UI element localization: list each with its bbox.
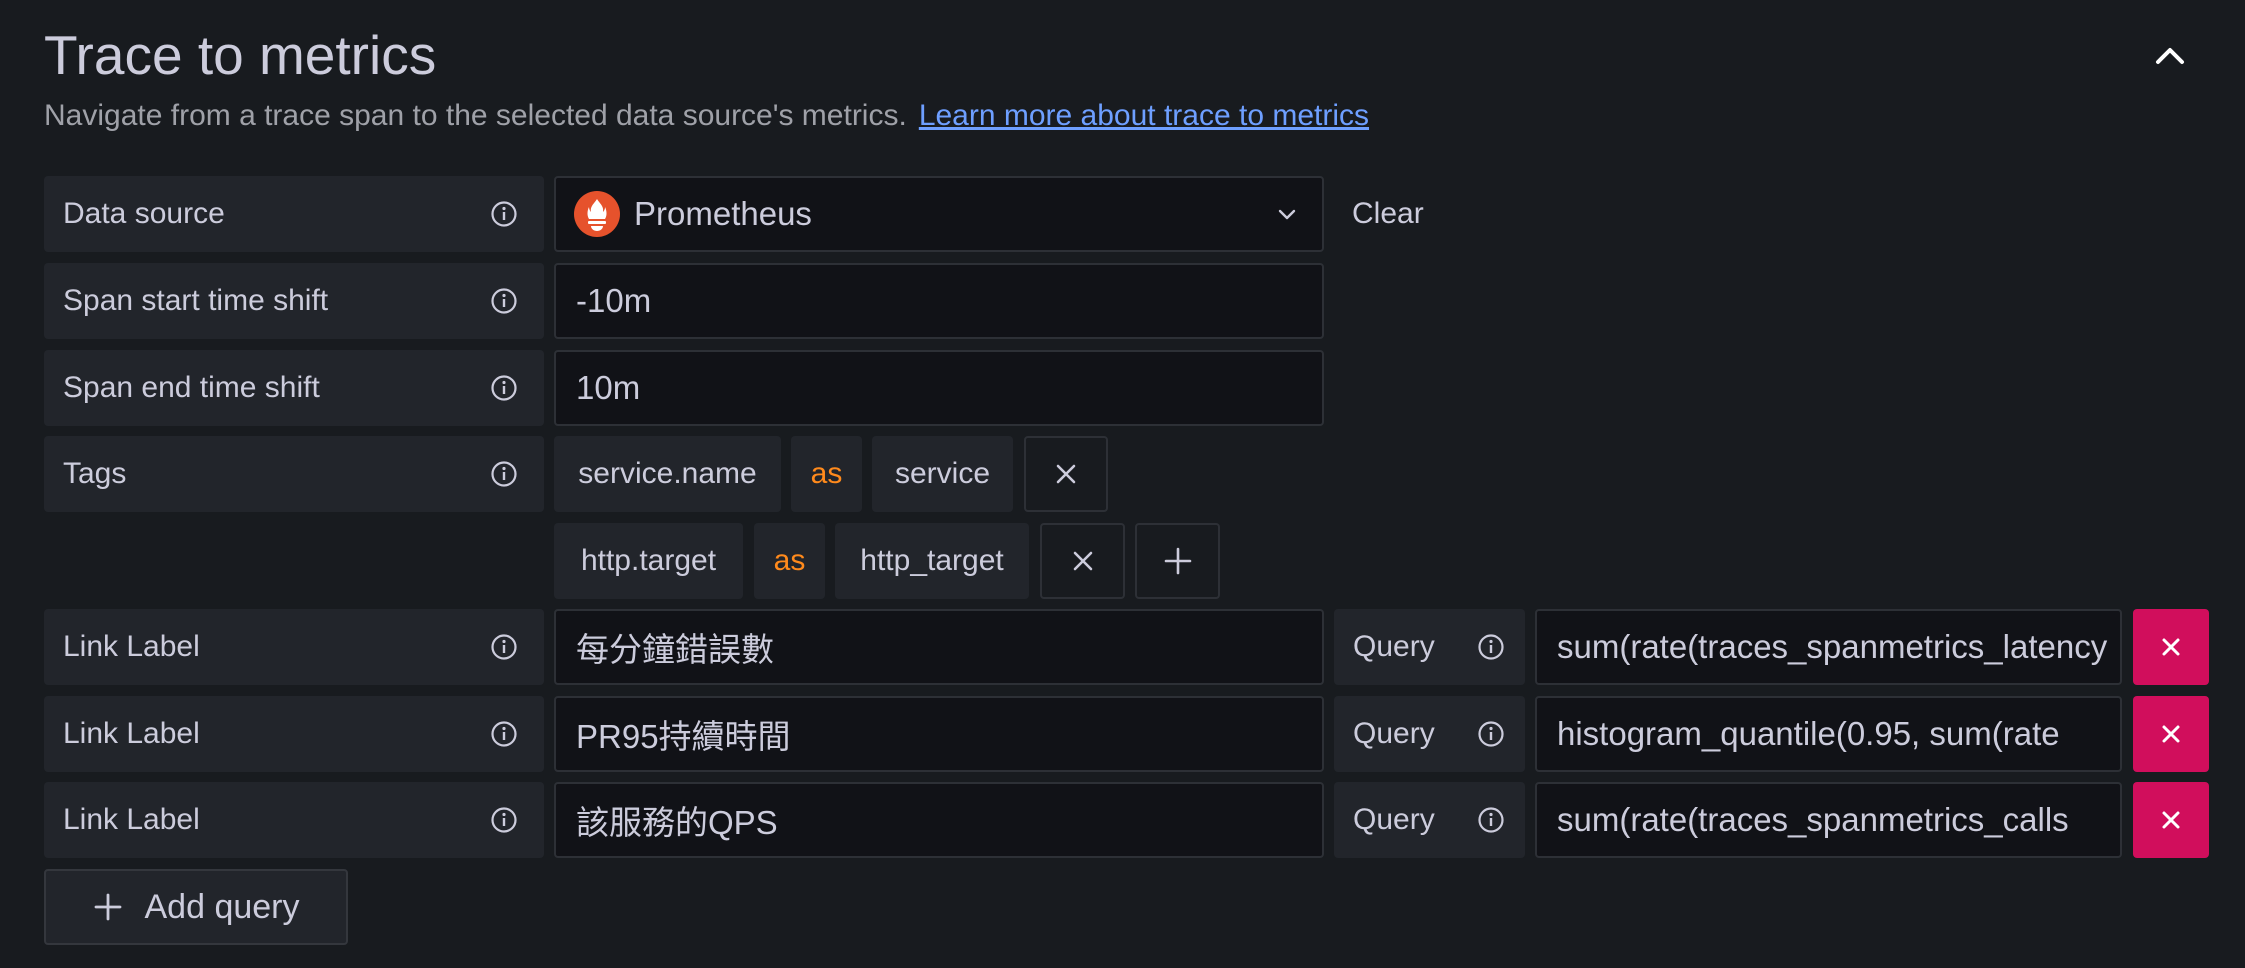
tags-label-text: Tags xyxy=(63,457,127,490)
query-value: histogram_quantile(0.95, sum(rate xyxy=(1557,715,2060,752)
tag-as: as xyxy=(791,436,862,512)
link-label-input[interactable]: 該服務的QPS xyxy=(554,782,1324,858)
span-end-input[interactable]: 10m xyxy=(554,350,1324,426)
learn-more-link[interactable]: Learn more about trace to metrics xyxy=(919,99,1369,132)
remove-tag-button[interactable] xyxy=(1024,436,1108,512)
query-input[interactable]: sum(rate(traces_spanmetrics_latency xyxy=(1535,609,2122,685)
info-icon[interactable] xyxy=(490,806,518,834)
link-label: Link Label xyxy=(44,609,544,685)
section-title: Trace to metrics xyxy=(44,24,437,86)
link-label: Link Label xyxy=(44,782,544,858)
info-icon[interactable] xyxy=(490,287,518,315)
query-label-text: Query xyxy=(1353,630,1435,663)
data-source-label-text: Data source xyxy=(63,197,225,230)
tag-value[interactable]: http_target xyxy=(835,523,1029,599)
tags-label: Tags xyxy=(44,436,544,512)
link-label-value: PR95持續時間 xyxy=(576,718,791,755)
info-icon[interactable] xyxy=(1477,806,1505,834)
close-icon xyxy=(1073,551,1092,571)
link-label-input[interactable]: PR95持續時間 xyxy=(554,696,1324,772)
link-label-text: Link Label xyxy=(63,717,200,750)
query-label: Query xyxy=(1334,696,1525,772)
query-label-text: Query xyxy=(1353,717,1435,750)
span-start-input[interactable]: -10m xyxy=(554,263,1324,339)
info-icon[interactable] xyxy=(490,374,518,402)
data-source-select[interactable]: Prometheus xyxy=(554,176,1324,252)
add-query-button[interactable]: Add query xyxy=(44,869,348,945)
delete-query-button[interactable] xyxy=(2133,782,2209,858)
info-icon[interactable] xyxy=(1477,720,1505,748)
link-label-text: Link Label xyxy=(63,803,200,836)
query-label: Query xyxy=(1334,782,1525,858)
span-start-label-text: Span start time shift xyxy=(63,284,329,317)
chevron-down-icon xyxy=(1278,209,1296,220)
tag-key[interactable]: service.name xyxy=(554,436,781,512)
collapse-chevron-up-icon[interactable] xyxy=(2150,36,2190,76)
span-start-label: Span start time shift xyxy=(44,263,544,339)
data-source-value: Prometheus xyxy=(634,195,812,232)
span-end-label-text: Span end time shift xyxy=(63,371,320,404)
delete-query-button[interactable] xyxy=(2133,609,2209,685)
close-icon xyxy=(2162,638,2180,656)
add-query-label: Add query xyxy=(144,887,300,926)
data-source-label: Data source xyxy=(44,176,544,252)
info-icon[interactable] xyxy=(490,720,518,748)
close-icon xyxy=(1056,464,1076,484)
query-input[interactable]: histogram_quantile(0.95, sum(rate xyxy=(1535,696,2122,772)
remove-tag-button[interactable] xyxy=(1040,523,1125,599)
link-label-value: 每分鐘錯誤數 xyxy=(576,631,774,668)
span-end-label: Span end time shift xyxy=(44,350,544,426)
delete-query-button[interactable] xyxy=(2133,696,2209,772)
prometheus-logo-icon xyxy=(574,191,620,237)
info-icon[interactable] xyxy=(1477,633,1505,661)
query-label-text: Query xyxy=(1353,803,1435,836)
clear-button[interactable]: Clear xyxy=(1352,176,1424,252)
info-icon[interactable] xyxy=(490,200,518,228)
link-label-value: 該服務的QPS xyxy=(576,804,778,841)
link-label: Link Label xyxy=(44,696,544,772)
info-icon[interactable] xyxy=(490,633,518,661)
span-start-value: -10m xyxy=(576,282,652,319)
tag-key[interactable]: http.target xyxy=(554,523,743,599)
plus-icon xyxy=(1164,547,1191,575)
add-tag-button[interactable] xyxy=(1135,523,1220,599)
query-value: sum(rate(traces_spanmetrics_latency xyxy=(1557,628,2108,665)
tag-value[interactable]: service xyxy=(872,436,1013,512)
description-text: Navigate from a trace span to the select… xyxy=(44,99,907,132)
link-label-input[interactable]: 每分鐘錯誤數 xyxy=(554,609,1324,685)
tag-as: as xyxy=(754,523,825,599)
link-label-text: Link Label xyxy=(63,630,200,663)
section-description: Navigate from a trace span to the select… xyxy=(44,96,1369,136)
info-icon[interactable] xyxy=(490,460,518,488)
query-label: Query xyxy=(1334,609,1525,685)
close-icon xyxy=(2162,725,2180,743)
close-icon xyxy=(2162,811,2180,829)
query-input[interactable]: sum(rate(traces_spanmetrics_calls xyxy=(1535,782,2122,858)
plus-icon xyxy=(94,893,121,921)
query-value: sum(rate(traces_spanmetrics_calls xyxy=(1557,801,2069,838)
span-end-value: 10m xyxy=(576,369,641,406)
